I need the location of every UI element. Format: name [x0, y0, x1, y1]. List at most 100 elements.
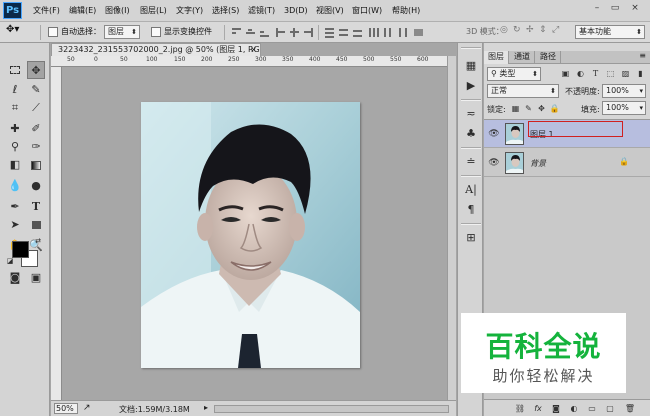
link-icon[interactable]: ⛓ [514, 403, 526, 414]
filter-type-icon[interactable]: T [590, 68, 601, 79]
align-bottom-icon[interactable] [259, 27, 270, 38]
filter-smart-object-icon[interactable]: ▨ [620, 68, 631, 79]
quick-mask-icon[interactable]: ◙ [6, 269, 24, 287]
show-transform-checkbox[interactable] [151, 27, 161, 37]
minimize-button[interactable]: – [589, 2, 605, 16]
lock-transparency-icon[interactable]: ▦ [510, 103, 521, 114]
menu-edit[interactable]: 编辑(E) [69, 0, 96, 22]
align-top-icon[interactable] [231, 27, 242, 38]
distribute-bottom-icon[interactable] [352, 27, 363, 38]
menu-layer[interactable]: 图层(L) [140, 0, 167, 22]
blend-mode-dropdown[interactable]: 正常 ⬍ [487, 84, 559, 98]
filter-pixel-icon[interactable]: ▣ [560, 68, 571, 79]
fx-icon[interactable]: fx [532, 403, 544, 414]
move-tool-preset-icon[interactable]: ✥▾ [6, 24, 19, 35]
menu-image[interactable]: 图像(I) [105, 0, 130, 22]
distribute-right-icon[interactable] [396, 27, 407, 38]
menu-type[interactable]: 文字(Y) [176, 0, 203, 22]
distribute-hcenter-icon[interactable] [382, 27, 393, 38]
3d-roll-icon[interactable]: ↻ [513, 25, 521, 35]
actions-panel-icon[interactable]: ▶ [462, 77, 480, 95]
marquee-tool-icon[interactable] [6, 61, 24, 79]
menu-help[interactable]: 帮助(H) [392, 0, 420, 22]
history-panel-icon[interactable]: ▦ [462, 57, 480, 75]
filter-toggle-icon[interactable]: ▮ [635, 68, 646, 79]
adjustments-panel-icon[interactable]: ≂ [462, 105, 480, 123]
mask-icon[interactable]: ◙ [550, 403, 562, 414]
3d-slide-icon[interactable]: ⇕ [539, 25, 547, 35]
new-layer-icon[interactable]: ▢ [604, 403, 616, 414]
clone-source-panel-icon[interactable]: ⊞ [462, 229, 480, 247]
rectangle-tool-icon[interactable] [27, 216, 45, 234]
export-icon[interactable]: ↗ [83, 403, 91, 413]
swap-colors-icon[interactable]: ⇄ [33, 236, 43, 246]
workspace-dropdown[interactable]: 基本功能 ⬍ [575, 25, 645, 39]
distribute-vcenter-icon[interactable] [338, 27, 349, 38]
history-brush-tool-icon[interactable]: ✑ [27, 138, 45, 156]
3d-scale-icon[interactable]: ⤢ [552, 25, 559, 35]
move-tool-icon[interactable]: ✥ [27, 61, 45, 79]
panel-menu-icon[interactable]: ≡ [639, 51, 646, 60]
menu-view[interactable]: 视图(V) [316, 0, 344, 22]
lock-pixels-icon[interactable]: ✎ [523, 103, 534, 114]
distribute-top-icon[interactable] [324, 27, 335, 38]
lasso-tool-icon[interactable]: ℓ [6, 81, 24, 99]
clone-stamp-tool-icon[interactable]: ⚲ [6, 138, 24, 156]
lock-position-icon[interactable]: ✥ [536, 103, 547, 114]
menu-filter[interactable]: 滤镜(T) [248, 0, 275, 22]
auto-select-checkbox[interactable] [48, 27, 58, 37]
distribute-left-icon[interactable] [368, 27, 379, 38]
tab-layers[interactable]: 图层 [484, 51, 509, 64]
align-right-icon[interactable] [303, 27, 314, 38]
menu-select[interactable]: 选择(S) [212, 0, 239, 22]
character-panel-icon[interactable]: A| [462, 181, 480, 199]
status-menu-arrow-icon[interactable]: ▸ [204, 403, 208, 412]
fill-field[interactable]: 100% ▾ [602, 101, 646, 115]
align-hcenter-icon[interactable] [289, 27, 300, 38]
layer-filter-dropdown[interactable]: ⚲ 类型 ⬍ [487, 67, 541, 81]
layer-row-layer-1[interactable]: 👁 图层 1 [484, 120, 650, 148]
path-select-tool-icon[interactable]: ➤ [6, 216, 24, 234]
auto-align-layers-icon[interactable] [413, 27, 424, 38]
brush-tool-icon[interactable]: ✐ [27, 120, 45, 138]
align-vcenter-icon[interactable] [245, 27, 256, 38]
tab-paths[interactable]: 路径 [536, 51, 561, 64]
paragraph-panel-icon[interactable]: ¶ [462, 201, 480, 219]
opacity-field[interactable]: 100% ▾ [602, 84, 646, 98]
auto-select-target-dropdown[interactable]: 图层 ⬍ [104, 25, 140, 39]
horizontal-scrollbar[interactable] [214, 405, 449, 413]
lock-all-icon[interactable]: 🔒 [549, 103, 560, 114]
eraser-tool-icon[interactable]: ◧ [6, 156, 24, 174]
close-document-icon[interactable]: × [250, 44, 257, 56]
align-left-icon[interactable] [275, 27, 286, 38]
quick-select-tool-icon[interactable]: ✎ [27, 81, 45, 99]
menu-file[interactable]: 文件(F) [33, 0, 60, 22]
zoom-field[interactable]: 50% [54, 403, 78, 414]
foreground-color-swatch[interactable] [12, 241, 29, 258]
3d-pan-icon[interactable]: ✢ [526, 25, 534, 35]
trash-icon[interactable]: 🗑 [624, 403, 636, 414]
filter-shape-icon[interactable]: ⬚ [605, 68, 616, 79]
dodge-tool-icon[interactable]: ● [27, 177, 45, 195]
blur-tool-icon[interactable]: 💧 [6, 177, 24, 195]
gradient-tool-icon[interactable] [27, 156, 45, 174]
healing-brush-tool-icon[interactable]: ✚ [6, 120, 24, 138]
brush-panel-icon[interactable]: ♣ [462, 125, 480, 143]
vertical-scrollbar[interactable] [447, 56, 456, 400]
eye-icon[interactable]: 👁 [488, 157, 500, 169]
group-icon[interactable]: ▭ [586, 403, 598, 414]
eye-icon[interactable]: 👁 [488, 128, 500, 140]
properties-panel-icon[interactable]: ≐ [462, 153, 480, 171]
3d-orbit-icon[interactable]: ◎ [500, 25, 508, 35]
eyedropper-tool-icon[interactable]: ⟋ [27, 99, 45, 117]
filter-adjustment-icon[interactable]: ◐ [575, 68, 586, 79]
document-tab[interactable]: 3223432_231553702000_2.jpg @ 50% (图层 1, … [51, 43, 261, 56]
type-tool-icon[interactable]: T [27, 198, 45, 216]
tab-channels[interactable]: 通道 [510, 51, 535, 64]
pen-tool-icon[interactable]: ✒ [6, 198, 24, 216]
adjustment-icon[interactable]: ◐ [568, 403, 580, 414]
crop-tool-icon[interactable]: ⌗ [6, 99, 24, 117]
close-window-button[interactable]: × [627, 2, 643, 16]
screen-mode-icon[interactable]: ▣ [27, 269, 45, 287]
maximize-button[interactable]: ▭ [607, 2, 623, 16]
